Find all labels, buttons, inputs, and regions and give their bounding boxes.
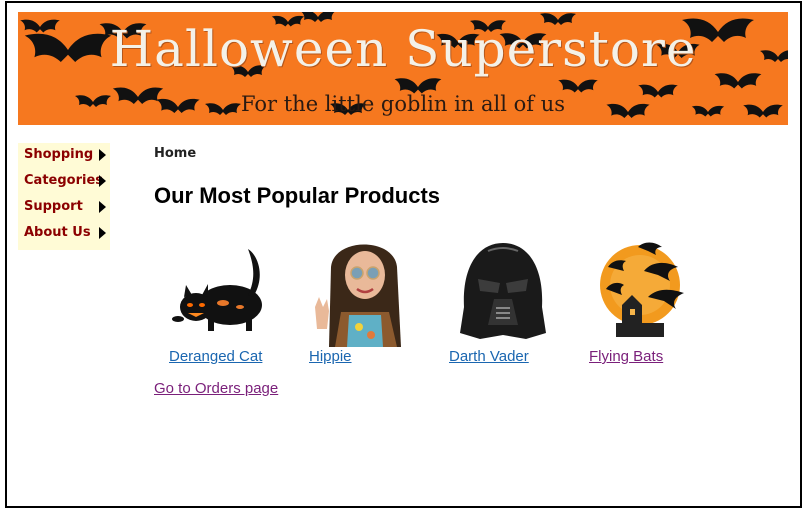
side-menu: Shopping Categories Support About Us <box>18 143 110 250</box>
product-link-deranged-cat[interactable]: Deranged Cat <box>169 348 262 365</box>
menu-item-about-us[interactable]: About Us <box>18 222 110 244</box>
menu-item-label: About Us <box>24 225 91 240</box>
arrow-right-icon <box>99 175 106 187</box>
store-title: Halloween Superstore <box>109 20 697 78</box>
menu-item-shopping[interactable]: Shopping <box>18 144 110 166</box>
page-title: Our Most Popular Products <box>154 183 441 208</box>
store-tagline: For the little goblin in all of us <box>240 92 566 116</box>
go-to-orders-link[interactable]: Go to Orders page <box>154 380 278 397</box>
menu-item-label: Categories <box>24 173 104 188</box>
hippie-image[interactable] <box>309 237 419 347</box>
product-link-flying-bats[interactable]: Flying Bats <box>589 348 663 365</box>
product-link-hippie[interactable]: Hippie <box>309 348 352 365</box>
breadcrumb: Home <box>154 146 197 161</box>
arrow-right-icon <box>99 201 106 213</box>
header-banner: Halloween Superstore For the little gobl… <box>18 12 788 125</box>
menu-item-support[interactable]: Support <box>18 196 110 218</box>
product-link-darth-vader[interactable]: Darth Vader <box>449 348 529 365</box>
deranged-cat-image[interactable] <box>168 237 278 347</box>
darth-vader-image[interactable] <box>448 237 558 347</box>
arrow-right-icon <box>99 149 106 161</box>
arrow-right-icon <box>99 227 106 239</box>
flying-bats-image[interactable] <box>588 237 698 347</box>
menu-item-categories[interactable]: Categories <box>18 170 110 192</box>
menu-item-label: Shopping <box>24 147 94 162</box>
menu-item-label: Support <box>24 199 83 214</box>
